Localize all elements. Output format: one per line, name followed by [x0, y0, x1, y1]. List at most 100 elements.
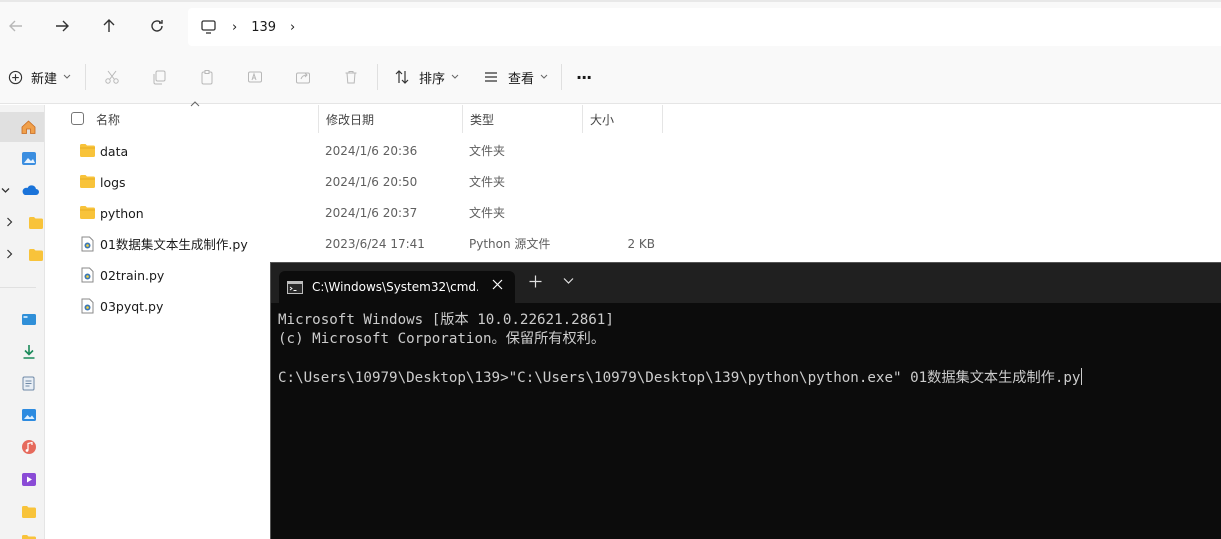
- file-row[interactable]: python 2024/1/6 20:37 文件夹: [46, 198, 666, 229]
- file-name[interactable]: data: [100, 136, 128, 167]
- cloud-icon: [22, 185, 39, 195]
- delete-button[interactable]: [343, 63, 359, 91]
- chevron-down-icon[interactable]: [1, 186, 10, 195]
- chevron-right-icon[interactable]: [6, 249, 13, 259]
- folder-icon: [22, 534, 36, 539]
- file-size: 2 KB: [627, 237, 655, 251]
- file-row[interactable]: 01数据集文本生成制作.py 2023/6/24 17:41 Python 源文…: [46, 229, 666, 260]
- command-bar: 新建 排序 查看 ···: [0, 50, 1221, 104]
- python-file-icon: [81, 298, 94, 314]
- view-label: 查看: [508, 71, 535, 87]
- terminal-line: Microsoft Windows [版本 10.0.22621.2861]: [278, 312, 614, 328]
- sort-button[interactable]: 排序: [394, 63, 459, 91]
- sidebar-item-folder-4[interactable]: [0, 525, 44, 539]
- column-header-row: 名称 修改日期 类型 大小: [46, 101, 1221, 133]
- document-icon: [22, 376, 35, 390]
- clipboard-icon: [201, 70, 213, 85]
- sidebar-item-folder-2[interactable]: [0, 239, 44, 269]
- sidebar-item-pictures[interactable]: [0, 400, 44, 430]
- file-size: [582, 136, 655, 167]
- back-button[interactable]: [0, 10, 32, 42]
- sidebar-item-documents[interactable]: [0, 368, 44, 398]
- sidebar-item-folder-3[interactable]: [0, 496, 44, 526]
- music-icon: [22, 440, 36, 454]
- file-row[interactable]: 02train.py: [46, 260, 270, 291]
- new-tab-plus-icon[interactable]: [529, 275, 542, 288]
- rename-button[interactable]: [247, 63, 263, 91]
- new-button[interactable]: 新建: [8, 63, 71, 91]
- terminal-command-line: C:\Users\10979\Desktop\139>"C:\Users\109…: [278, 368, 1083, 388]
- divider: [377, 64, 378, 90]
- paste-button[interactable]: [199, 63, 215, 91]
- file-type: 文件夹: [469, 175, 506, 189]
- file-name[interactable]: 01数据集文本生成制作.py: [100, 229, 248, 260]
- terminal-window[interactable]: C:\Windows\System32\cmd.e Microsoft Wind…: [270, 262, 1221, 539]
- chevron-down-icon: [451, 74, 459, 79]
- folder-icon: [22, 505, 36, 518]
- arrow-left-icon: [9, 20, 22, 32]
- copy-button[interactable]: [151, 63, 167, 91]
- file-name[interactable]: 02train.py: [100, 260, 164, 291]
- chevron-right-icon[interactable]: [6, 217, 13, 227]
- file-type: 文件夹: [469, 206, 506, 220]
- column-header-name[interactable]: 名称: [89, 105, 319, 133]
- column-header-modified[interactable]: 修改日期: [319, 105, 463, 133]
- chevron-down-icon[interactable]: [563, 277, 574, 285]
- divider: [0, 287, 36, 288]
- forward-button[interactable]: [46, 10, 78, 42]
- file-row[interactable]: data 2024/1/6 20:36 文件夹: [46, 136, 666, 167]
- gallery-icon: [22, 151, 36, 165]
- breadcrumb-folder[interactable]: 139: [251, 20, 276, 35]
- more-options-button[interactable]: ···: [576, 63, 592, 91]
- arrow-right-icon: [56, 20, 69, 32]
- terminal-output[interactable]: Microsoft Windows [版本 10.0.22621.2861] (c…: [278, 311, 1083, 388]
- sidebar-item-onedrive[interactable]: [0, 175, 44, 205]
- desktop-icon: [22, 313, 36, 325]
- up-button[interactable]: [93, 10, 125, 42]
- file-modified: 2024/1/6 20:50: [325, 175, 418, 189]
- terminal-tab[interactable]: C:\Windows\System32\cmd.e: [279, 271, 515, 303]
- refresh-button[interactable]: [141, 10, 173, 42]
- file-row[interactable]: 03pyqt.py: [46, 291, 270, 322]
- scissors-icon: [105, 70, 119, 84]
- trash-icon: [345, 71, 357, 84]
- text-cursor: [1081, 368, 1083, 385]
- folder-icon: [80, 175, 95, 188]
- cut-button[interactable]: [104, 63, 120, 91]
- sidebar-item-videos[interactable]: [0, 464, 44, 494]
- breadcrumb[interactable]: › 139 ›: [188, 8, 1221, 46]
- sort-icon: [395, 70, 409, 84]
- select-all-checkbox[interactable]: [71, 112, 84, 125]
- sidebar-item-downloads[interactable]: [0, 336, 44, 366]
- terminal-tab-bar: C:\Windows\System32\cmd.e: [271, 263, 1221, 303]
- column-header-type[interactable]: 类型: [463, 105, 583, 133]
- computer-icon: [201, 20, 216, 34]
- file-row[interactable]: logs 2024/1/6 20:50 文件夹: [46, 167, 666, 198]
- file-name[interactable]: 03pyqt.py: [100, 291, 163, 322]
- share-icon: [296, 72, 310, 84]
- sidebar-item-gallery[interactable]: [0, 143, 44, 173]
- chevron-down-icon: [540, 74, 548, 79]
- folder-icon: [29, 248, 43, 261]
- file-modified: 2024/1/6 20:37: [325, 206, 418, 220]
- home-icon: [21, 120, 36, 134]
- sidebar-item-music[interactable]: [0, 432, 44, 462]
- share-button[interactable]: [295, 63, 311, 91]
- divider: [561, 64, 562, 90]
- rename-icon: [248, 71, 262, 83]
- file-type: 文件夹: [469, 144, 506, 158]
- sidebar-item-home[interactable]: [0, 112, 44, 142]
- close-icon[interactable]: [492, 279, 503, 290]
- view-button[interactable]: 查看: [483, 63, 548, 91]
- chevron-right-icon[interactable]: ›: [290, 20, 295, 35]
- sort-label: 排序: [419, 71, 446, 87]
- refresh-icon: [151, 20, 163, 32]
- sidebar-item-folder-1[interactable]: [0, 207, 44, 237]
- column-header-size[interactable]: 大小: [583, 105, 663, 133]
- file-name[interactable]: python: [100, 198, 144, 229]
- cmd-icon: [287, 280, 303, 294]
- file-size: [582, 167, 655, 198]
- sidebar-item-desktop[interactable]: [0, 304, 44, 334]
- folder-icon: [80, 206, 95, 219]
- file-name[interactable]: logs: [100, 167, 126, 198]
